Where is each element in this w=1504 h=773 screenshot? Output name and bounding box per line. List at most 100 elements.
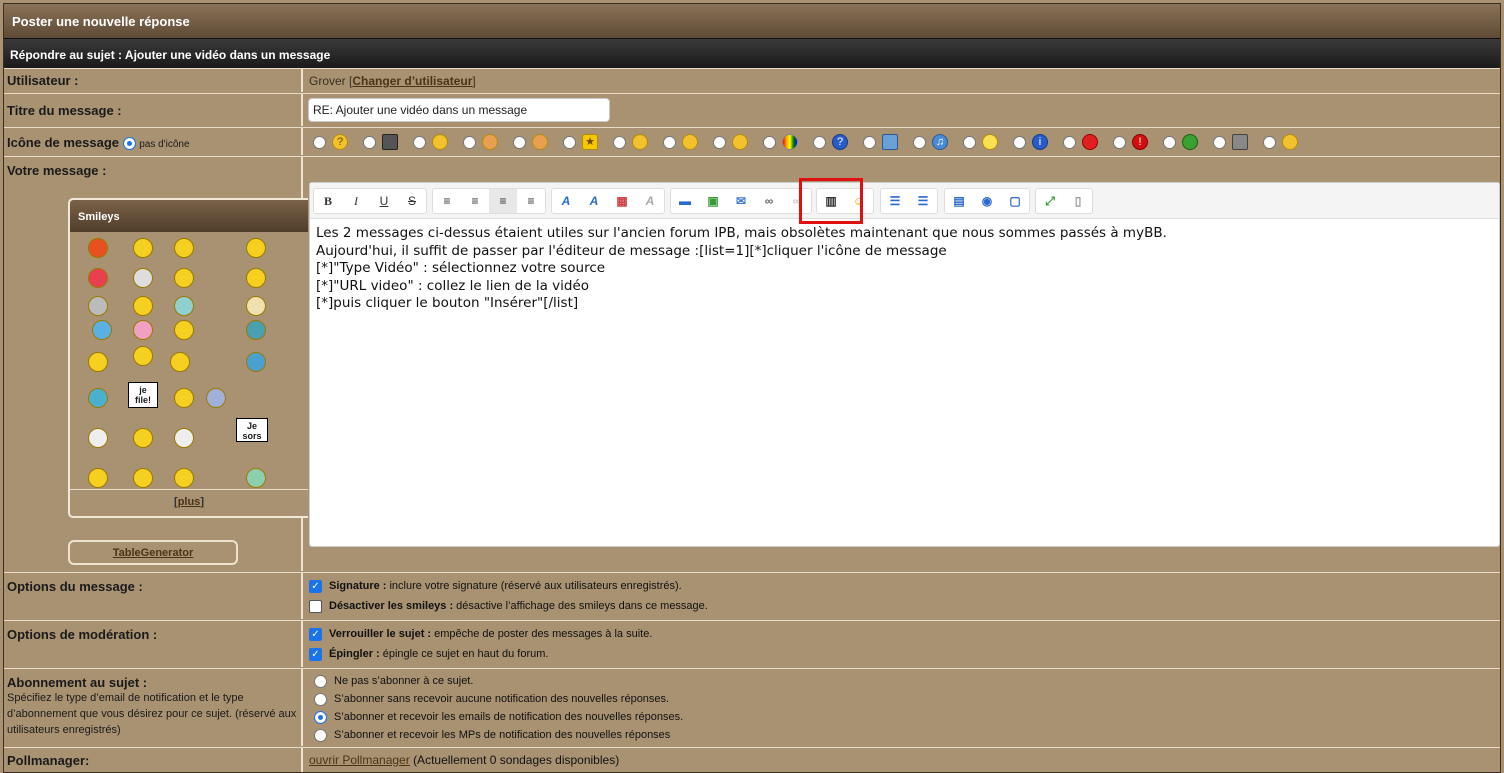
question-icon: ? xyxy=(832,134,848,150)
fish-smiley[interactable] xyxy=(92,320,112,340)
smile-smiley[interactable] xyxy=(246,238,266,258)
devil-smiley[interactable] xyxy=(88,238,108,258)
icon-radio[interactable] xyxy=(713,135,726,149)
signature-bold: Signature : xyxy=(329,580,387,592)
hands-smiley[interactable] xyxy=(133,468,153,488)
laugh-smiley[interactable] xyxy=(133,238,153,258)
disable-smileys-checkbox[interactable] xyxy=(309,599,322,613)
icon-radio[interactable] xyxy=(563,135,576,149)
change-user-link[interactable]: Changer d’utilisateur xyxy=(352,74,472,88)
title-input[interactable] xyxy=(308,98,610,122)
icon-radio[interactable] xyxy=(963,135,976,149)
subscribe-pm-radio[interactable] xyxy=(314,728,327,742)
table-generator-button[interactable]: TableGenerator xyxy=(68,540,238,565)
wink-smiley[interactable] xyxy=(174,238,194,258)
spin-smiley[interactable] xyxy=(174,468,194,488)
smileys-bold: Désactiver les smileys : xyxy=(329,600,454,612)
message-textarea[interactable]: Les 2 messages ci-dessus étaient utiles … xyxy=(310,219,1499,319)
subscribe-none-radio[interactable] xyxy=(314,674,327,688)
lock-checkbox[interactable]: ✓ xyxy=(309,627,322,641)
icon-radio[interactable] xyxy=(863,135,876,149)
icon-radio[interactable] xyxy=(763,135,776,149)
italic-button[interactable]: I xyxy=(342,189,370,213)
subscribe-silent-radio[interactable] xyxy=(314,692,327,706)
align-center-icon[interactable]: ≡ xyxy=(461,189,489,213)
icon-radio[interactable] xyxy=(1213,135,1226,149)
strike-button[interactable]: S xyxy=(398,189,426,213)
color-icon[interactable]: ▦ xyxy=(608,189,636,213)
open-pollmanager-link[interactable]: ouvrir Pollmanager xyxy=(309,753,410,767)
subscription-help: Spécifiez le type d’email de notificatio… xyxy=(7,692,297,736)
underline-button[interactable]: U xyxy=(370,189,398,213)
email-icon[interactable]: ✉ xyxy=(727,189,755,213)
icon-radio[interactable] xyxy=(913,135,926,149)
lock-text: empêche de poster des messages à la suit… xyxy=(434,628,653,640)
icon-options: ? ★ ? ♫ i ! xyxy=(305,128,1500,155)
dizzy-smiley[interactable] xyxy=(174,388,194,408)
icon-radio[interactable] xyxy=(413,135,426,149)
font-size-icon[interactable]: A xyxy=(580,189,608,213)
quote-icon[interactable]: ▢ xyxy=(1001,189,1029,213)
robot-smiley[interactable] xyxy=(88,296,108,316)
alien-smiley[interactable] xyxy=(174,296,194,316)
bullet-list-icon[interactable]: ☰ xyxy=(881,189,909,213)
icon-radio[interactable] xyxy=(1113,135,1126,149)
horizontal-rule-icon[interactable]: ▬ xyxy=(671,189,699,213)
numbered-list-icon[interactable]: ☰ xyxy=(909,189,937,213)
signature-checkbox[interactable]: ✓ xyxy=(309,579,322,593)
cool-smiley[interactable] xyxy=(88,388,108,408)
code-icon[interactable]: ▤ xyxy=(945,189,973,213)
link-icon[interactable]: ∞ xyxy=(755,189,783,213)
remove-format-icon[interactable]: A xyxy=(636,189,664,213)
smileys-more-link[interactable]: plus xyxy=(178,496,201,508)
icon-radio[interactable] xyxy=(1263,135,1276,149)
scream-smiley[interactable] xyxy=(246,352,266,372)
sleep-smiley[interactable] xyxy=(133,428,153,448)
icon-radio[interactable] xyxy=(463,135,476,149)
subscription-option: S’abonner sans recevoir aucune notificat… xyxy=(334,693,670,705)
icon-radio[interactable] xyxy=(313,135,326,149)
cd-smiley[interactable] xyxy=(133,268,153,288)
eyes-smiley[interactable] xyxy=(133,296,153,316)
icon-radio[interactable] xyxy=(1163,135,1176,149)
align-left-icon[interactable]: ≡ xyxy=(433,189,461,213)
cap-smiley[interactable] xyxy=(246,320,266,340)
icon-radio[interactable] xyxy=(663,135,676,149)
cat-smiley[interactable] xyxy=(246,296,266,316)
je-sors-sign[interactable]: Je sors xyxy=(236,418,268,442)
bigsmile-smiley[interactable] xyxy=(246,268,266,288)
pin-checkbox[interactable]: ✓ xyxy=(309,647,322,661)
icon-radio[interactable] xyxy=(513,135,526,149)
wave-smiley[interactable] xyxy=(170,352,190,372)
icon-radio[interactable] xyxy=(813,135,826,149)
film-icon xyxy=(382,134,398,150)
align-justify-icon[interactable]: ≡ xyxy=(517,189,545,213)
bold-button[interactable]: B xyxy=(314,189,342,213)
skull-smiley[interactable] xyxy=(174,428,194,448)
grin-smiley[interactable] xyxy=(174,268,194,288)
align-right-icon[interactable]: ≡ xyxy=(489,189,517,213)
globe-smiley[interactable] xyxy=(246,468,266,488)
no-icon-radio[interactable] xyxy=(122,137,136,151)
icon-radio[interactable] xyxy=(613,135,626,149)
cheer-smiley[interactable] xyxy=(133,346,153,366)
php-icon[interactable]: ◉ xyxy=(973,189,1001,213)
tongue-smiley[interactable] xyxy=(88,468,108,488)
subscribe-email-radio[interactable] xyxy=(314,710,327,724)
icon-radio[interactable] xyxy=(363,135,376,149)
maximize-icon[interactable]: ⤢ xyxy=(1036,189,1064,213)
font-icon[interactable]: A xyxy=(552,189,580,213)
love-smiley[interactable] xyxy=(88,268,108,288)
roll-smiley[interactable] xyxy=(174,320,194,340)
think-smiley[interactable] xyxy=(88,352,108,372)
icon-radio[interactable] xyxy=(1063,135,1076,149)
image-icon[interactable]: ▣ xyxy=(699,189,727,213)
brain-smiley[interactable] xyxy=(133,320,153,340)
je-file-sign[interactable]: je file! xyxy=(128,382,158,408)
octopus-smiley[interactable] xyxy=(206,388,226,408)
table-generator-link[interactable]: TableGenerator xyxy=(113,547,194,559)
pin-text: épingle ce sujet en haut du forum. xyxy=(382,648,549,660)
ghost-smiley[interactable] xyxy=(88,428,108,448)
icon-radio[interactable] xyxy=(1013,135,1026,149)
source-icon[interactable]: ▯ xyxy=(1064,189,1092,213)
